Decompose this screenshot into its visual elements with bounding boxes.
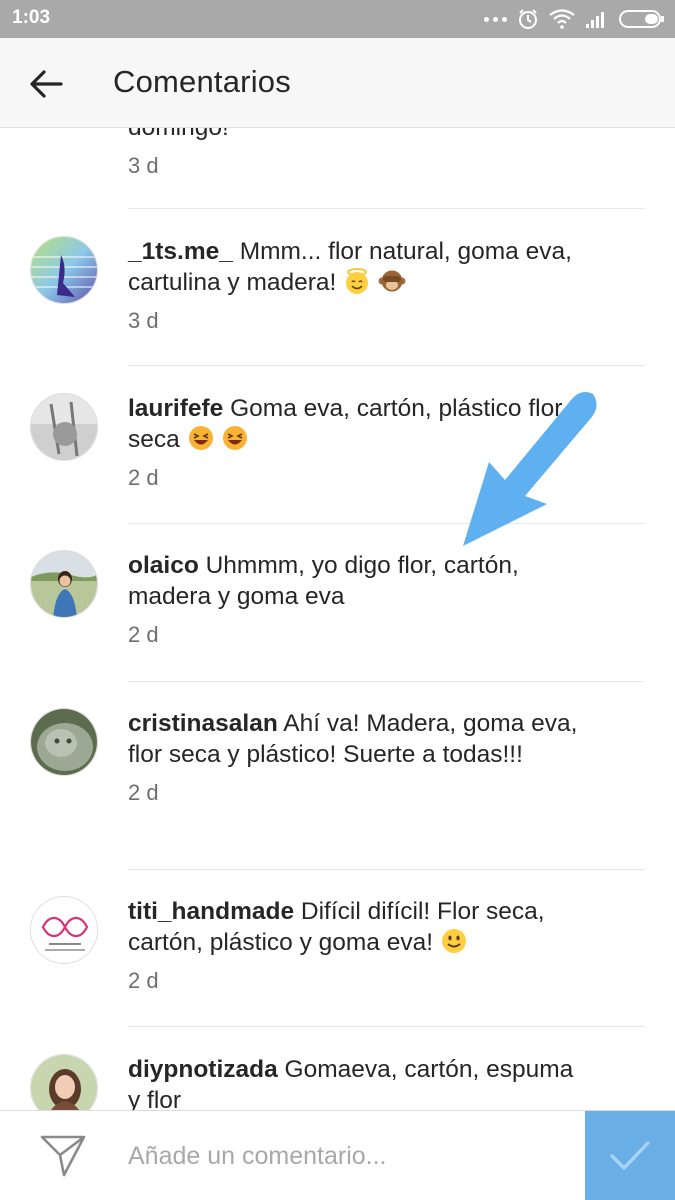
comment-time: 2 d [128, 465, 159, 490]
more-dots-icon [484, 16, 507, 22]
send-paper-plane-icon[interactable] [38, 1133, 88, 1179]
comment-bar [0, 1110, 675, 1200]
comment-username[interactable]: laurifefe [128, 395, 223, 422]
comment-time: 2 d [128, 780, 159, 805]
comment-input[interactable] [112, 1131, 572, 1181]
avatar[interactable] [30, 236, 98, 304]
avatar[interactable] [30, 708, 98, 776]
back-button[interactable] [22, 60, 70, 108]
status-bar: 1:03 [0, 0, 675, 38]
comment-username[interactable]: olaico [128, 552, 199, 579]
comment-time: 3 d [128, 308, 159, 333]
grinning-squinting-face-icon [223, 426, 248, 450]
signal-icon [586, 12, 604, 28]
divider [128, 523, 645, 524]
alarm-icon [519, 9, 537, 29]
avatar[interactable] [30, 550, 98, 618]
wifi-icon [549, 9, 575, 29]
divider [128, 208, 645, 209]
avatar[interactable] [30, 393, 98, 461]
divider [128, 1026, 645, 1027]
divider [128, 869, 645, 870]
comment-time: 3 d [128, 153, 159, 178]
comment-time: 2 d [128, 622, 159, 647]
grinning-squinting-face-icon [188, 426, 213, 450]
avatar[interactable] [30, 1054, 98, 1110]
smiling-face-with-halo-icon [346, 268, 369, 294]
comments-list[interactable]: domingo! 3 d _1ts.me_ Mmm... flor natura… [0, 128, 675, 1110]
comment-username[interactable]: diypnotizada [128, 1056, 278, 1083]
status-icons [484, 6, 665, 32]
comment-username[interactable]: cristinasalan [128, 710, 278, 737]
app-header: Comentarios [0, 38, 675, 128]
avatar[interactable] [30, 896, 98, 964]
divider [128, 681, 645, 682]
see-no-evil-monkey-icon [378, 270, 406, 292]
comment-username[interactable]: titi_handmade [128, 898, 294, 925]
arrow-left-icon [30, 70, 63, 98]
comment-time: 2 d [128, 968, 159, 993]
post-comment-button[interactable] [585, 1111, 675, 1200]
comment-text: domingo! [128, 128, 578, 143]
slightly-smiling-face-icon [441, 929, 466, 953]
comment-username[interactable]: _1ts.me_ [128, 238, 233, 265]
page-title: Comentarios [113, 64, 291, 99]
status-time: 1:03 [12, 7, 51, 28]
checkmark-icon [610, 1141, 650, 1170]
divider [128, 365, 645, 366]
battery-icon [619, 10, 664, 28]
